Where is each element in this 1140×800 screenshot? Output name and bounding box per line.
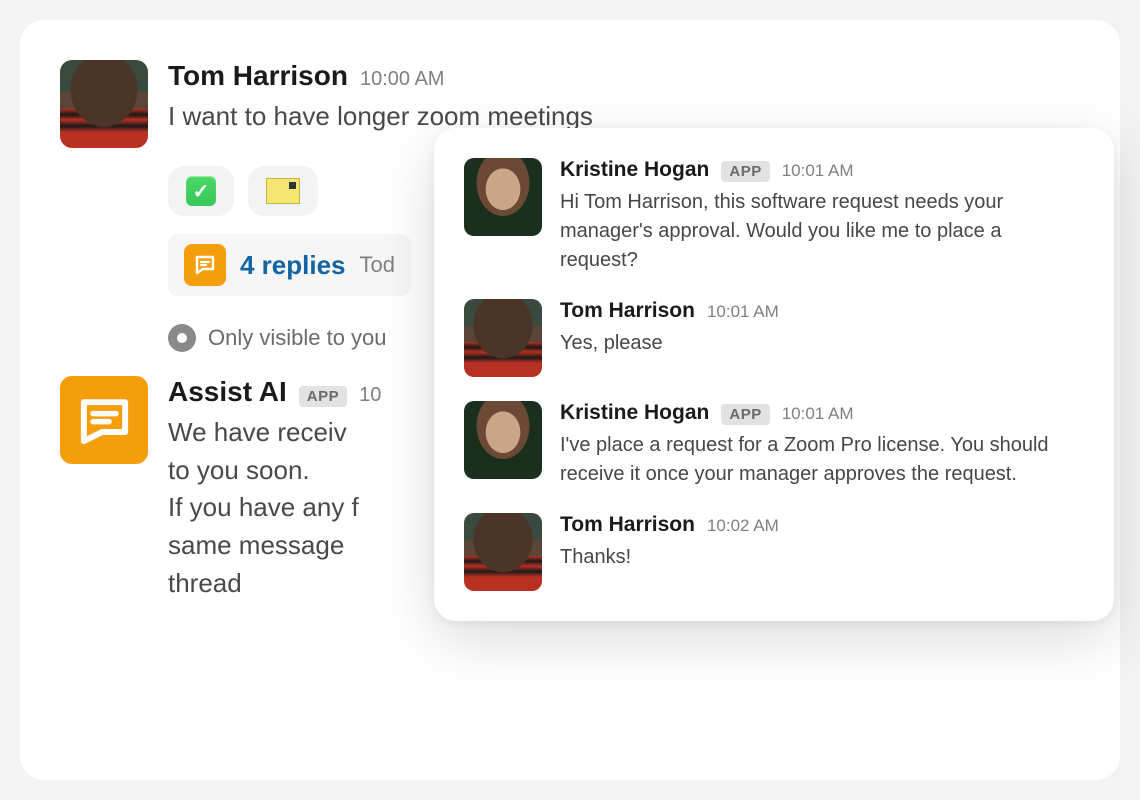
app-badge: APP	[721, 161, 769, 182]
avatar[interactable]	[464, 401, 542, 479]
avatar[interactable]	[60, 60, 148, 148]
chat-icon	[77, 393, 132, 448]
thread-count-label: 4 replies	[240, 250, 346, 281]
user-name[interactable]: Tom Harrison	[560, 513, 695, 537]
thread-time-label: Tod	[360, 252, 395, 278]
avatar[interactable]	[464, 158, 542, 236]
user-name[interactable]: Kristine Hogan	[560, 158, 709, 182]
message-header: Tom Harrison 10:02 AM	[560, 513, 1080, 537]
message-text: I've place a request for a Zoom Pro lice…	[560, 431, 1080, 489]
thread-message: Kristine Hogan APP 10:01 AM I've place a…	[464, 401, 1080, 489]
timestamp: 10:02 AM	[707, 516, 779, 536]
app-badge: APP	[299, 386, 347, 407]
user-name[interactable]: Tom Harrison	[168, 60, 348, 92]
timestamp: 10:01 AM	[782, 161, 854, 181]
message-header: Tom Harrison 10:01 AM	[560, 299, 1080, 323]
thread-replies-button[interactable]: 4 replies Tod	[168, 234, 411, 296]
timestamp: 10	[359, 384, 381, 407]
reaction-ticket[interactable]	[248, 166, 318, 216]
message-header: Kristine Hogan APP 10:01 AM	[560, 401, 1080, 425]
assist-avatar[interactable]	[60, 376, 148, 464]
visibility-label: Only visible to you	[208, 325, 387, 351]
message-header: Kristine Hogan APP 10:01 AM	[560, 158, 1080, 182]
message-text: Hi Tom Harrison, this software request n…	[560, 188, 1080, 275]
eye-icon	[168, 324, 196, 352]
user-name[interactable]: Kristine Hogan	[560, 401, 709, 425]
message-text: Yes, please	[560, 329, 1080, 358]
user-name[interactable]: Assist AI	[168, 376, 287, 408]
thread-message: Kristine Hogan APP 10:01 AM Hi Tom Harri…	[464, 158, 1080, 275]
thread-message: Tom Harrison 10:01 AM Yes, please	[464, 299, 1080, 377]
avatar[interactable]	[464, 299, 542, 377]
thread-overlay-card: Kristine Hogan APP 10:01 AM Hi Tom Harri…	[434, 128, 1114, 621]
thread-message: Tom Harrison 10:02 AM Thanks!	[464, 513, 1080, 591]
avatar[interactable]	[464, 513, 542, 591]
app-badge: APP	[721, 404, 769, 425]
reaction-checkmark[interactable]: ✓	[168, 166, 234, 216]
user-name[interactable]: Tom Harrison	[560, 299, 695, 323]
message-text: Thanks!	[560, 543, 1080, 572]
thread-icon	[184, 244, 226, 286]
timestamp: 10:01 AM	[782, 404, 854, 424]
timestamp: 10:01 AM	[707, 302, 779, 322]
checkmark-icon: ✓	[186, 176, 216, 206]
timestamp: 10:00 AM	[360, 68, 445, 91]
message-header: Tom Harrison 10:00 AM	[168, 60, 1080, 92]
ticket-icon	[266, 178, 300, 204]
